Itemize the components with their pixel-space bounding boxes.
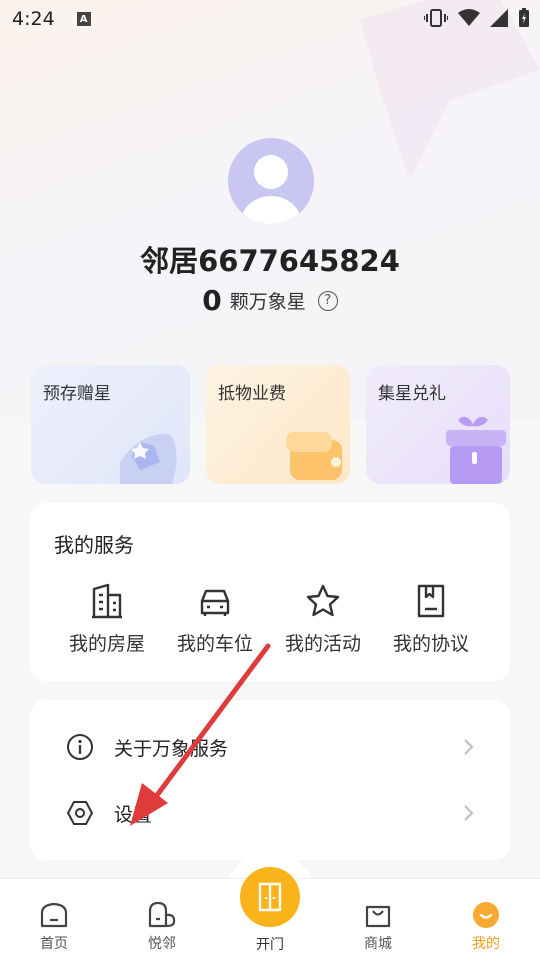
- settings-menu-panel: 关于万象服务 设置: [30, 700, 510, 860]
- service-my-activities[interactable]: 我的活动: [269, 583, 377, 656]
- car-icon: [200, 589, 230, 616]
- notification-a-icon: A: [76, 12, 91, 26]
- document-icon: [417, 584, 445, 618]
- service-label: 我的协议: [392, 633, 469, 655]
- help-icon[interactable]: ?: [317, 290, 338, 311]
- service-label: 我的活动: [284, 633, 361, 655]
- wallet-illustration: [286, 432, 342, 480]
- card-property-fee-deduction[interactable]: 抵物业费: [206, 365, 350, 484]
- menu-label: 关于万象服务: [114, 737, 229, 760]
- battery-icon: [519, 8, 529, 27]
- star-card-illustration: [120, 433, 177, 484]
- open-door-button[interactable]: [240, 867, 300, 927]
- tab-open-label: 开门: [256, 937, 284, 953]
- door-icon: [258, 882, 282, 912]
- stars-summary: 0 颗万象星 ?: [0, 284, 540, 317]
- signal-icon: [490, 9, 508, 27]
- menu-item-settings[interactable]: 设置: [30, 780, 510, 846]
- service-label: 我的车位: [176, 633, 253, 655]
- gift-illustration: [446, 416, 506, 484]
- star-icon: [306, 584, 340, 617]
- menu-item-about[interactable]: 关于万象服务: [30, 714, 510, 780]
- card-title: 预存赠星: [43, 384, 111, 404]
- chevron-right-icon: [464, 739, 474, 755]
- avatar[interactable]: [228, 138, 314, 224]
- default-user-icon: [241, 155, 301, 224]
- service-my-agreements[interactable]: 我的协议: [377, 583, 485, 656]
- services-title: 我的服务: [54, 533, 134, 557]
- status-icons: [424, 8, 530, 28]
- chevron-right-icon: [464, 805, 474, 821]
- stars-label: 颗万象星: [229, 291, 306, 313]
- vibrate-icon: [424, 9, 448, 27]
- card-prepay-bonus-stars[interactable]: 预存赠星: [31, 365, 190, 484]
- hexagon-settings-icon: [66, 801, 94, 825]
- card-title: 集星兑礼: [378, 384, 446, 404]
- shopping-bag-icon: [365, 905, 391, 928]
- status-time: 4:24: [12, 8, 55, 30]
- card-title: 抵物业费: [218, 384, 286, 404]
- status-bar: 4:24 A: [0, 0, 540, 38]
- service-my-parking[interactable]: 我的车位: [161, 583, 269, 656]
- my-services-panel: 我的服务 我的房屋 我的车位 我的活动 我的协议: [30, 503, 510, 681]
- profile-smile-icon: [473, 902, 499, 928]
- card-redeem-gifts[interactable]: 集星兑礼: [366, 365, 510, 484]
- menu-label: 设置: [114, 803, 153, 826]
- service-label: 我的房屋: [68, 633, 145, 655]
- wifi-icon: [458, 9, 480, 26]
- info-icon: [67, 734, 93, 760]
- user-name: 邻居6677645824: [140, 244, 400, 278]
- service-my-house[interactable]: 我的房屋: [53, 583, 161, 656]
- home-icon: [40, 902, 68, 928]
- stars-count: 0: [202, 284, 222, 317]
- neighbor-icon: [148, 901, 176, 928]
- building-icon: [92, 583, 122, 619]
